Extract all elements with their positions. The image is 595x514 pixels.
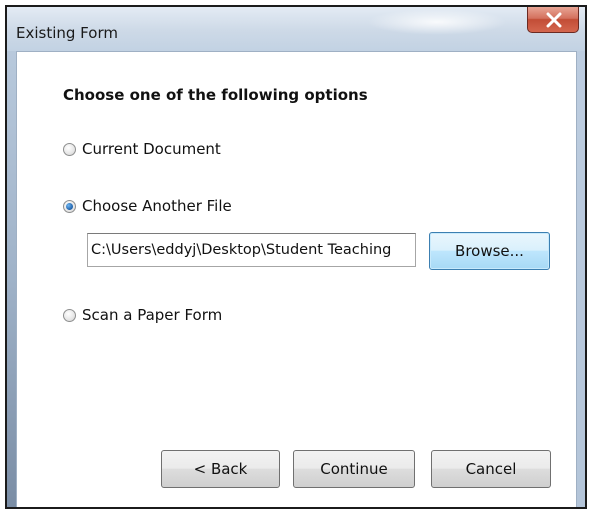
dialog-content: Choose one of the following options Curr… [16, 51, 577, 507]
option-label-current-document: Current Document [82, 140, 221, 158]
window-frame-left [7, 51, 16, 507]
title-bar[interactable]: Existing Form [7, 7, 585, 51]
back-button[interactable]: < Back [161, 450, 280, 488]
option-current-document[interactable]: Current Document [63, 140, 221, 158]
cancel-button[interactable]: Cancel [431, 450, 551, 488]
browse-button[interactable]: Browse... [429, 232, 550, 270]
option-label-scan-paper-form: Scan a Paper Form [82, 306, 223, 324]
close-icon [546, 12, 562, 28]
options-heading: Choose one of the following options [63, 86, 368, 104]
radio-current-document[interactable] [63, 142, 76, 156]
radio-scan-paper-form[interactable] [63, 308, 76, 322]
close-button[interactable] [527, 7, 579, 33]
file-path-input[interactable] [87, 233, 416, 267]
continue-button[interactable]: Continue [293, 450, 415, 488]
window-title: Existing Form [16, 24, 118, 42]
radio-choose-another-file[interactable] [63, 199, 76, 213]
option-scan-paper-form[interactable]: Scan a Paper Form [63, 306, 222, 324]
existing-form-dialog: Existing Form Choose one of the followin… [5, 5, 587, 509]
title-bar-glow [367, 9, 507, 35]
option-label-choose-another-file: Choose Another File [82, 197, 232, 215]
window-frame-right [577, 51, 585, 507]
option-choose-another-file[interactable]: Choose Another File [63, 197, 232, 215]
